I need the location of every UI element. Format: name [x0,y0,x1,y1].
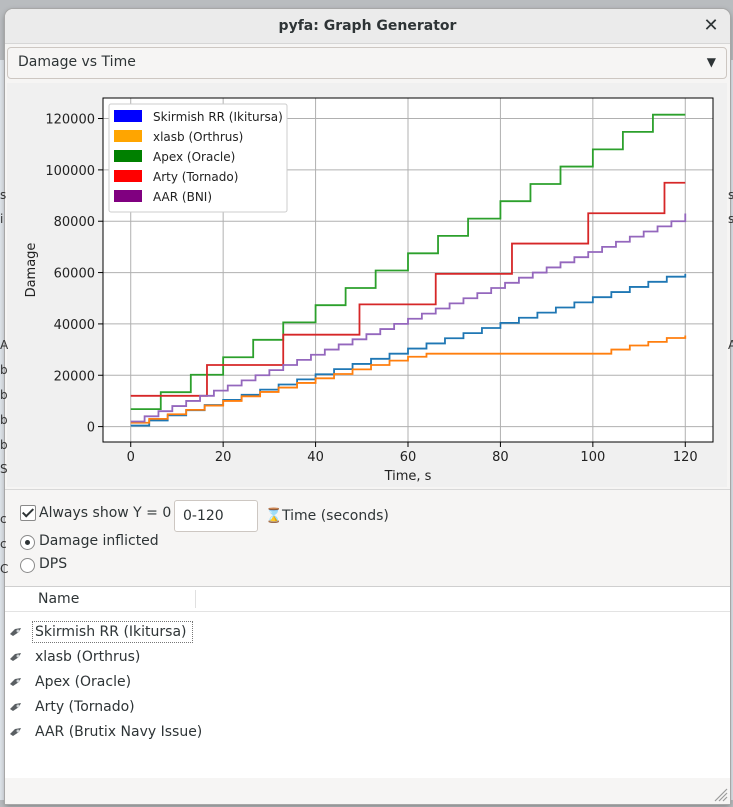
legend-label: Arty (Tornado) [153,170,238,184]
close-icon: ✕ [703,15,719,36]
fit-name: Apex (Oracle) [35,674,132,690]
legend-label: Apex (Oracle) [153,150,235,164]
list-header: Name [5,587,730,612]
legend-swatch [114,110,142,122]
graph-type-value: Damage vs Time [18,54,136,70]
ship-icon [10,678,21,686]
title-bar: pyfa: Graph Generator ✕ [5,9,730,44]
y-tick-label: 40000 [54,318,95,333]
fit-name: Arty (Tornado) [35,699,135,715]
background-app-letter: s [0,188,7,202]
fit-list-row[interactable]: Skirmish RR (Ikitursa) [5,621,730,646]
always-show-y0-label: Always show Y = 0 [39,505,172,521]
y-axis-label: Damage [24,243,39,298]
x-tick-label: 100 [580,450,605,465]
background-app-letter: A [0,338,9,352]
fit-name: xlasb (Orthrus) [35,649,141,665]
status-bar [5,778,730,804]
window-title: pyfa: Graph Generator [278,18,457,34]
y-tick-label: 120000 [45,113,95,128]
ship-icon [10,703,21,711]
x-tick-label: 60 [400,450,417,465]
graph-generator-window: pyfa: Graph Generator ✕ Damage vs Time ▼… [5,9,730,804]
dropdown-arrow-icon: ▼ [706,55,716,69]
legend-label: xlasb (Orthrus) [153,130,243,144]
damage-vs-time-chart: 0 20 40 60 80 100 120 0 20000 40000 60000 80000 1000… [24,97,714,484]
always-show-y0-checkbox[interactable] [20,505,36,521]
damage-inflicted-radio[interactable] [20,535,35,550]
y-tick-label: 100000 [45,164,95,179]
background-app-letter: b [0,388,8,402]
legend-swatch [114,130,142,142]
fit-list-row[interactable]: xlasb (Orthrus) [5,646,730,671]
legend-swatch [114,170,142,182]
x-tick-label: 120 [673,450,698,465]
x-tick-label: 40 [307,450,324,465]
ship-icon [10,628,21,636]
dps-radio[interactable] [20,558,35,573]
background-app-letter: s [728,212,733,226]
resize-grip-icon[interactable] [710,784,728,802]
legend-swatch [114,190,142,202]
y-tick-label: 80000 [54,215,95,230]
background-app-letter: i [0,212,4,226]
background-app-letter: c [0,537,7,551]
close-button[interactable]: ✕ [700,15,722,37]
name-column-header[interactable]: Name [38,591,79,607]
background-app-letter: S [0,462,8,476]
x-tick-label: 80 [492,450,509,465]
x-axis-label: Time, s [384,469,432,484]
y-tick-label: 60000 [54,267,95,282]
x-tick-label: 0 [127,450,135,465]
fit-name: Skirmish RR (Ikitursa) [31,621,194,643]
background-app-letter: c [0,512,7,526]
ship-icon [10,653,21,661]
y-tick-label: 0 [87,421,95,436]
x-range-label: Time (seconds) [282,508,389,524]
damage-inflicted-label: Damage inflicted [39,533,159,549]
y-tick-label: 20000 [54,369,95,384]
ship-icon [10,728,21,736]
graph-canvas: 0 20 40 60 80 100 120 0 20000 40000 60000 80000 1000… [7,83,727,487]
controls-divider [5,489,730,490]
hourglass-icon: ⌛ [265,508,283,524]
fit-name: AAR (Brutix Navy Issue) [35,724,203,740]
background-app-letter: b [0,413,8,427]
fit-list: Name Skirmish RR (Ikitursa) xlasb (Orthru… [5,587,730,778]
legend-label: AAR (BNI) [153,190,212,204]
legend-swatch [114,150,142,162]
background-app-letter: s [728,188,733,202]
background-app-letter: b [0,363,8,377]
dps-label: DPS [39,556,68,572]
graph-type-dropdown[interactable]: Damage vs Time ▼ [7,47,727,79]
legend-label: Skirmish RR (Ikitursa) [153,110,283,124]
background-app-letter: b [0,438,8,452]
x-tick-label: 20 [215,450,232,465]
fit-list-row[interactable]: Arty (Tornado) [5,696,730,721]
fit-list-row[interactable]: AAR (Brutix Navy Issue) [5,721,730,746]
background-app-letter: C [0,562,9,576]
column-separator [195,590,196,608]
fit-list-row[interactable]: Apex (Oracle) [5,671,730,696]
x-range-input[interactable] [174,500,258,532]
background-app-letter: A [728,338,733,352]
